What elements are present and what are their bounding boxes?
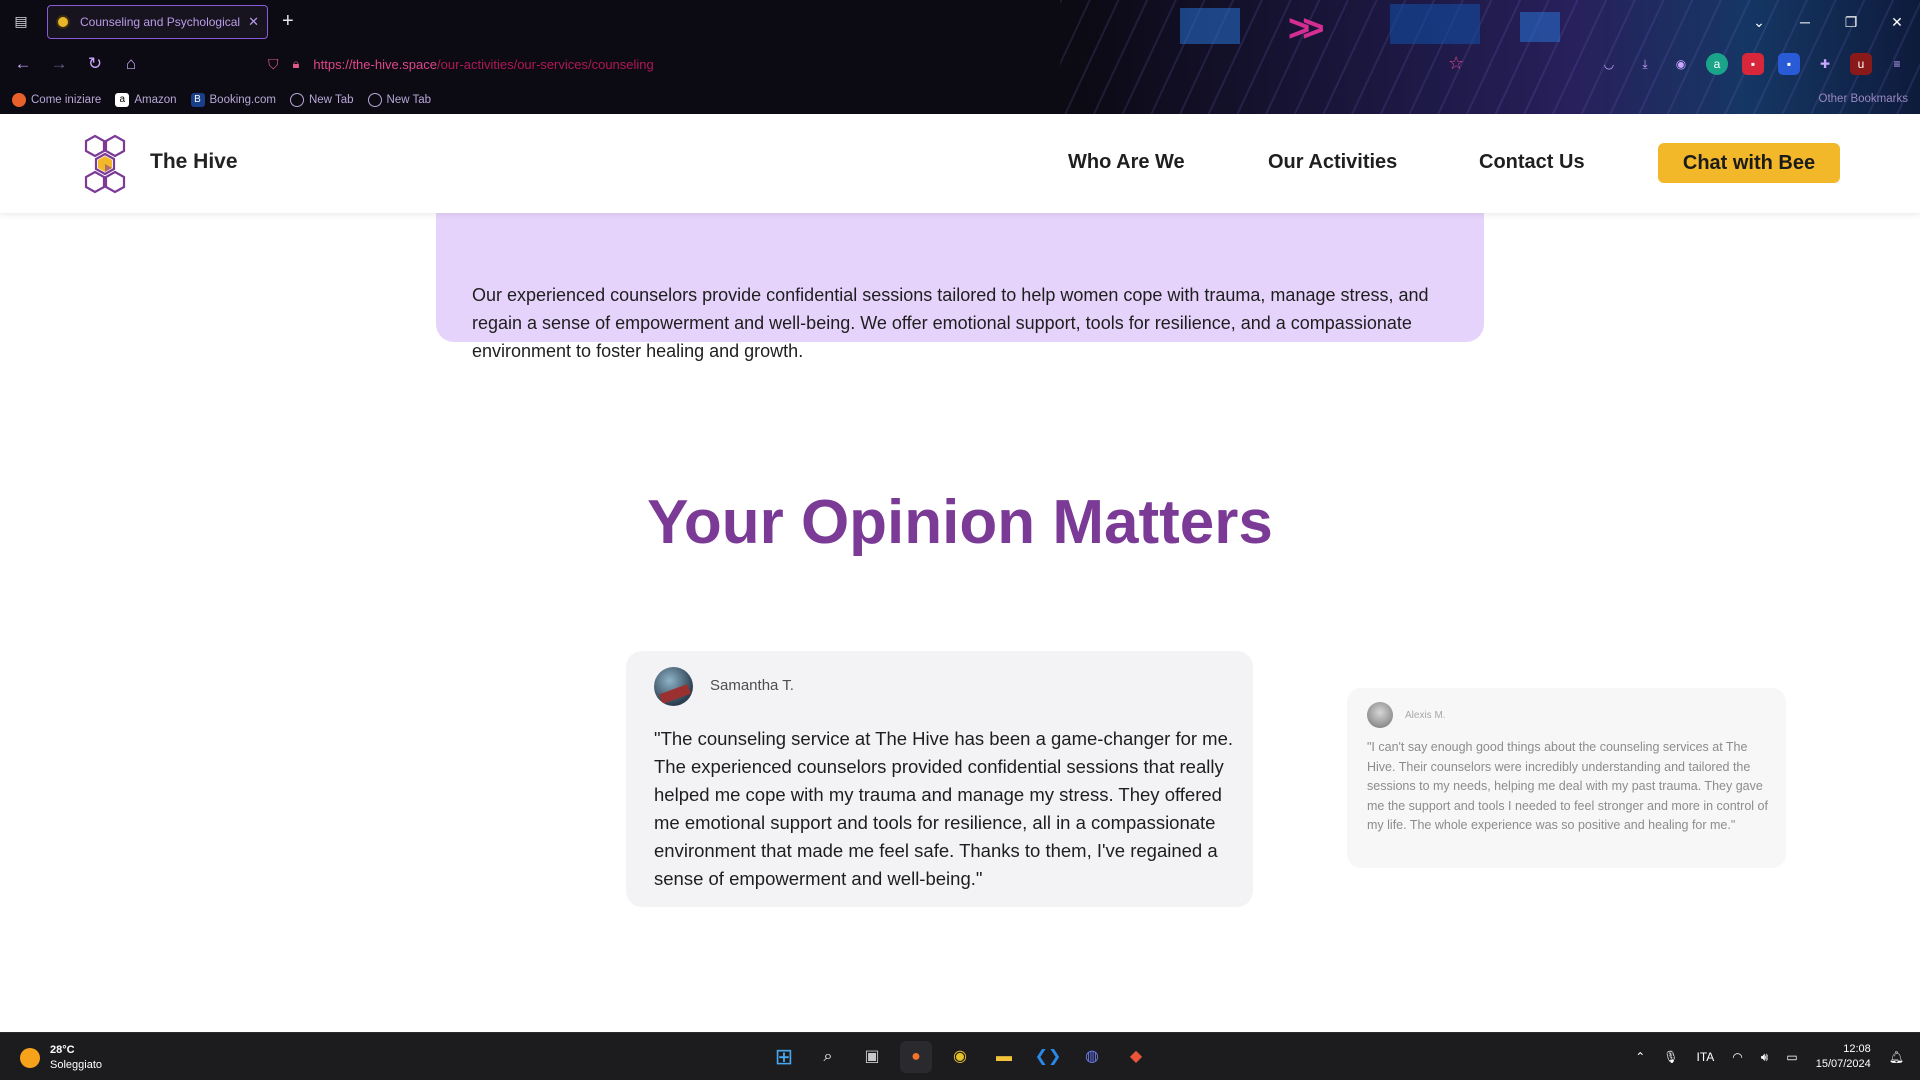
site-favicon-icon	[56, 15, 70, 29]
the-hive-logo-icon[interactable]	[80, 134, 140, 194]
restore-icon[interactable]: ❐	[1828, 14, 1874, 31]
pocket-icon[interactable]: ◡	[1598, 53, 1620, 75]
firefox-icon[interactable]: ●	[900, 1041, 932, 1073]
language-indicator[interactable]: ITA	[1697, 1050, 1715, 1064]
close-window-icon[interactable]: ✕	[1874, 14, 1920, 31]
time: 12:08	[1843, 1043, 1871, 1055]
nav-our-activities[interactable]: Our Activities	[1268, 151, 1397, 174]
search-icon[interactable]: ⌕	[812, 1041, 844, 1073]
window-controls: ⌄ ─ ❐ ✕	[1736, 0, 1920, 44]
nav-contact-us[interactable]: Contact Us	[1479, 151, 1585, 174]
bookmark-label: Amazon	[134, 94, 177, 106]
clock[interactable]: 12:08 15/07/2024	[1816, 1042, 1871, 1072]
review-card-next[interactable]: Alexis M. "I can't say enough good thing…	[1347, 688, 1786, 868]
extensions-toolbar: ◡ ⤓ ◉ a ▪ ▪ ✚ u ≡	[1598, 53, 1908, 75]
review-text: "The counseling service at The Hive has …	[654, 728, 1234, 889]
wifi-icon[interactable]: ◠	[1732, 1050, 1742, 1064]
reviewer-name: Alexis M.	[1405, 710, 1446, 721]
home-icon[interactable]: ⌂	[120, 53, 142, 75]
bookmark-label: Booking.com	[209, 94, 276, 106]
bookmark-come-iniziare[interactable]: Come iniziare	[12, 93, 101, 107]
tracking-shield-icon[interactable]: ⛉	[268, 56, 279, 73]
figma-icon[interactable]: ◆	[1120, 1041, 1152, 1073]
other-bookmarks[interactable]: Other Bookmarks	[1819, 93, 1908, 105]
bookmark-label: Come iniziare	[31, 94, 102, 106]
taskbar-apps: ⊞ ⌕ ▣ ● ◉ ▬ ❮❯ ◍ ◆	[768, 1041, 1152, 1073]
review-card-active[interactable]: Samantha T. "The counseling service at T…	[626, 651, 1253, 907]
bookmark-new-tab-1[interactable]: New Tab	[289, 93, 354, 107]
avatar	[654, 667, 693, 706]
bookmark-new-tab-2[interactable]: New Tab	[367, 93, 432, 107]
back-icon[interactable]: ←	[12, 53, 34, 75]
address-bar[interactable]: ⛉ 🔒︎ https://the-hive.space/our-activiti…	[268, 48, 1468, 80]
globe-icon	[367, 93, 382, 107]
firefox-icon	[12, 93, 26, 107]
forward-icon[interactable]: →	[48, 53, 70, 75]
new-tab-icon[interactable]: +	[282, 10, 294, 33]
opinion-section-title: Your Opinion Matters	[647, 488, 1273, 557]
review-text: "I can't say enough good things about th…	[1367, 740, 1768, 833]
booking-icon: B	[190, 93, 205, 107]
chevron-up-icon[interactable]: ⌃	[1635, 1050, 1645, 1064]
bookmarks-bar: Come iniziare a Amazon B Booking.com New T…	[0, 88, 1920, 112]
windows-start-icon[interactable]: ⊞	[768, 1041, 800, 1073]
temperature: 28°C	[50, 1044, 75, 1056]
url-host: https://the-hive.space	[313, 56, 437, 72]
bookmark-amazon[interactable]: a Amazon	[115, 93, 177, 107]
amazon-icon: a	[115, 93, 130, 107]
grammarly-icon[interactable]: a	[1706, 53, 1728, 75]
account-icon[interactable]: ◉	[1670, 53, 1692, 75]
microphone-icon[interactable]: 🎙︎	[1663, 1050, 1678, 1064]
extensions-puzzle-icon[interactable]: ✚	[1814, 53, 1836, 75]
ublock-icon[interactable]: u	[1850, 53, 1872, 75]
chrome-icon[interactable]: ◉	[944, 1041, 976, 1073]
task-view-icon[interactable]: ▣	[856, 1041, 888, 1073]
bookmark-booking[interactable]: B Booking.com	[190, 93, 276, 107]
menu-icon[interactable]: ≡	[1886, 53, 1908, 75]
volume-icon[interactable]: 🔊︎	[1761, 1050, 1769, 1065]
bookmark-label: New Tab	[308, 94, 354, 106]
bookmark-label: New Tab	[386, 94, 432, 106]
web-page: Our experienced counselors provide confi…	[0, 114, 1920, 1032]
site-header: The Hive Who Are We Our Activities Conta…	[0, 114, 1920, 213]
reload-icon[interactable]: ↻	[84, 53, 106, 75]
extension-icon[interactable]: ▪	[1778, 53, 1800, 75]
weather-condition: Soleggiato	[50, 1059, 102, 1071]
globe-icon	[289, 93, 304, 107]
vscode-icon[interactable]: ❮❯	[1032, 1041, 1064, 1073]
nav-who-are-we[interactable]: Who Are We	[1068, 151, 1185, 174]
minimize-icon[interactable]: ─	[1782, 14, 1828, 30]
reviewer-name: Samantha T.	[710, 677, 794, 694]
url-path: /our-activities/our-services/counseling	[437, 56, 654, 72]
lock-icon[interactable]: 🔒︎	[293, 56, 300, 72]
date: 15/07/2024	[1815, 1058, 1871, 1070]
weather-widget[interactable]: 28°C Soleggiato	[20, 1043, 102, 1073]
download-icon[interactable]: ⤓	[1634, 53, 1656, 75]
sun-icon	[20, 1048, 40, 1068]
tab-list-icon[interactable]: ▤	[12, 12, 30, 30]
close-tab-icon[interactable]: ✕	[248, 14, 259, 30]
tab-overflow-icon[interactable]: ⌄	[1736, 14, 1782, 31]
bookmark-star-icon[interactable]: ☆	[1448, 53, 1464, 74]
avatar	[1367, 702, 1393, 728]
tab-title: Counseling and Psychological	[80, 15, 241, 29]
title-bar: ▤ Counseling and Psychological ✕ + ⌄ ─ ❐…	[0, 0, 1920, 44]
file-explorer-icon[interactable]: ▬	[988, 1041, 1020, 1073]
service-description: Our experienced counselors provide confi…	[472, 285, 1429, 361]
password-manager-icon[interactable]: ▪	[1742, 53, 1764, 75]
chat-with-bee-button[interactable]: Chat with Bee	[1658, 143, 1840, 183]
url-text: https://the-hive.space/our-activities/ou…	[313, 57, 653, 72]
discord-icon[interactable]: ◍	[1076, 1041, 1108, 1073]
browser-chrome: >> ▤ Counseling and Psychological ✕ + ⌄ …	[0, 0, 1920, 114]
battery-icon[interactable]: ▭	[1786, 1050, 1797, 1064]
active-tab[interactable]: Counseling and Psychological ✕	[47, 5, 268, 39]
notification-bell-icon[interactable]: 🔔︎	[1889, 1050, 1904, 1064]
brand-name[interactable]: The Hive	[150, 150, 238, 174]
navigation-bar: ← → ↻ ⌂ ⛉ 🔒︎ https://the-hive.space/our-…	[0, 44, 1920, 84]
system-tray: ⌃ 🎙︎ ITA ◠ 🔊︎ ▭ 12:08 15/07/2024 🔔︎	[1635, 1033, 1904, 1080]
windows-taskbar: 28°C Soleggiato ⊞ ⌕ ▣ ● ◉ ▬ ❮❯ ◍ ◆ ⌃ 🎙︎ …	[0, 1032, 1920, 1080]
